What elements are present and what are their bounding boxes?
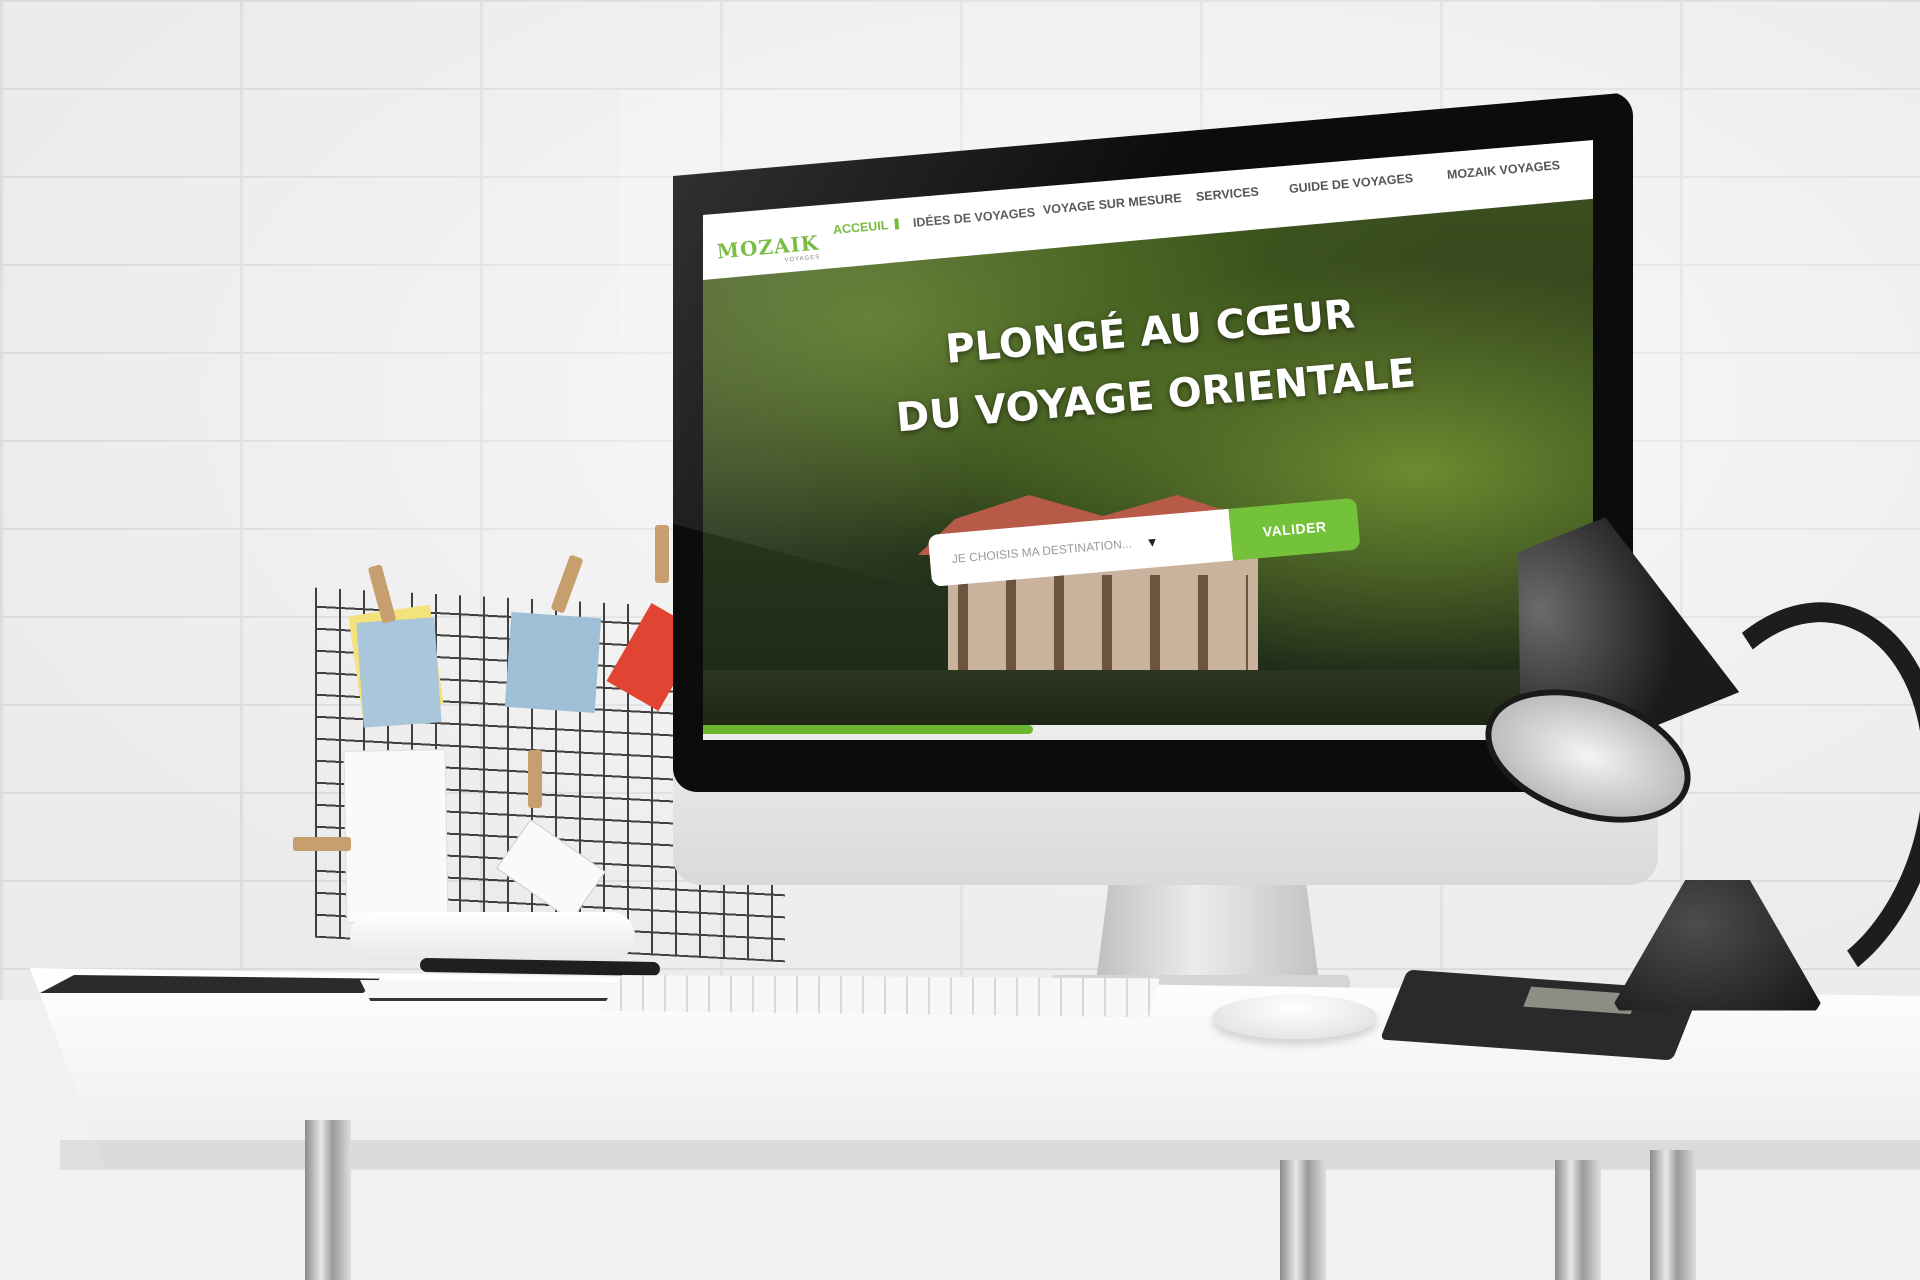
keyboard [600, 975, 1160, 1017]
caret-down-icon: ▼ [1144, 533, 1160, 550]
desk-leg [1650, 1150, 1696, 1280]
sticky-note-blue [356, 617, 442, 728]
sticky-note-blue [504, 611, 602, 714]
hero-title: PLONGÉ AU CŒUR DU VOYAGE ORIENTALE [849, 274, 1458, 454]
paper-note [343, 749, 449, 923]
clothespin [293, 837, 351, 851]
clothespin [528, 750, 542, 808]
spiral-notebook [360, 980, 620, 1001]
page-bottom-strip [703, 725, 1593, 740]
monitor-screen: MOZAIK VOYAGES ACCEUIL IDÉES DE VOYAGES … [703, 140, 1593, 740]
clothespin [655, 525, 669, 583]
website: MOZAIK VOYAGES ACCEUIL IDÉES DE VOYAGES … [703, 140, 1593, 740]
desk-leg [1280, 1160, 1326, 1280]
destination-select-value: JE CHOISIS MA DESTINATION... [951, 536, 1133, 567]
desk-leg [305, 1120, 351, 1280]
desk-scene: MOZAIK VOYAGES ACCEUIL IDÉES DE VOYAGES … [0, 0, 1920, 1280]
paper-roll [350, 912, 635, 960]
mouse [1212, 995, 1377, 1039]
bottom-accent-bar [703, 725, 1033, 734]
desk-leg [1555, 1160, 1601, 1280]
valider-button[interactable]: VALIDER [1228, 497, 1361, 561]
